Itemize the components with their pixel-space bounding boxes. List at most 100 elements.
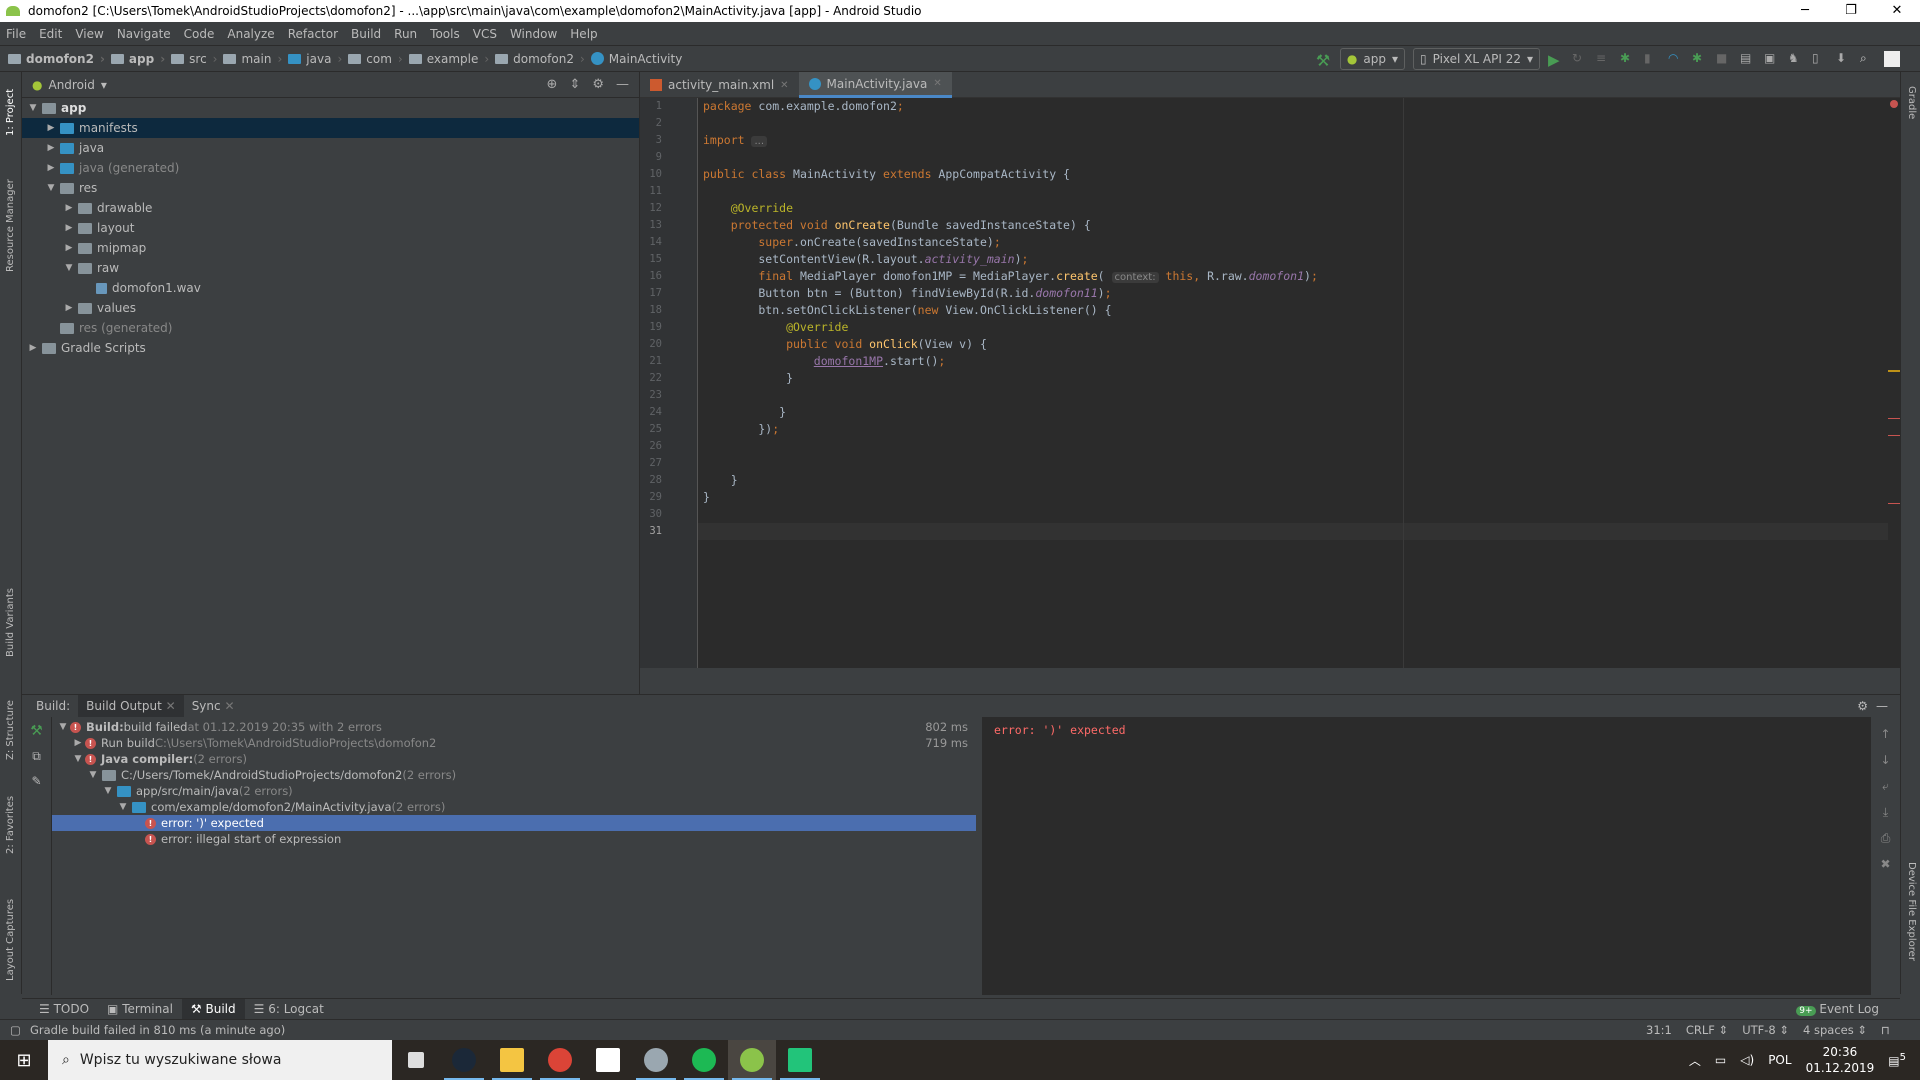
tab-activity_main-xml[interactable]: activity_main.xml ✕	[640, 72, 799, 98]
tool-tab-todo[interactable]: ☰ TODO	[30, 999, 98, 1020]
arrow-icon[interactable]: ▼	[71, 751, 85, 767]
avatar[interactable]	[1884, 51, 1900, 67]
collapse-all-icon[interactable]: ⇕	[569, 77, 580, 92]
hammer-icon[interactable]: ⚒	[1316, 51, 1332, 70]
apply-changes-icon[interactable]: ↻	[1572, 51, 1588, 67]
sdk-manager-icon[interactable]: ⬇	[1836, 51, 1852, 67]
windows-start-button[interactable]: ⊞	[0, 1040, 48, 1080]
menu-item-analyze[interactable]: Analyze	[227, 27, 274, 41]
close-icon[interactable]: ✕	[780, 80, 788, 91]
menu-item-navigate[interactable]: Navigate	[117, 27, 171, 41]
arrow-icon[interactable]: ▶	[71, 735, 85, 751]
stop-icon[interactable]: ■	[1716, 51, 1732, 67]
taskbar-app-task-manager[interactable]	[632, 1040, 680, 1080]
expanded-arrow-icon[interactable]: ▼	[44, 183, 58, 193]
run-icon[interactable]: ▶	[1548, 51, 1564, 69]
taskbar-app-chrome[interactable]	[536, 1040, 584, 1080]
close-icon[interactable]: ✕	[933, 78, 941, 89]
locate-icon[interactable]: ⊕	[547, 77, 558, 92]
breadcrumb-item[interactable]: src ›	[171, 52, 217, 66]
menu-item-build[interactable]: Build	[351, 27, 381, 41]
status-toggle-icon[interactable]: ▢	[10, 1023, 21, 1037]
run-config-select[interactable]: ● app ▾	[1339, 48, 1405, 70]
collapsed-arrow-icon[interactable]: ▶	[44, 163, 58, 173]
tree-item-values[interactable]: ▶ values	[22, 298, 639, 318]
hammer-icon[interactable]: ⚒	[22, 723, 51, 739]
expanded-arrow-icon[interactable]: ▼	[26, 103, 40, 113]
breadcrumb-item[interactable]: app ›	[110, 52, 165, 66]
menu-item-file[interactable]: File	[6, 27, 26, 41]
notifications-button[interactable]: ▤5	[1888, 1052, 1906, 1068]
collapsed-arrow-icon[interactable]: ▶	[26, 343, 40, 353]
arrow-icon[interactable]: ▼	[101, 783, 115, 799]
error-mark[interactable]	[1888, 435, 1900, 436]
arrow-icon[interactable]: ▼	[56, 719, 70, 735]
menu-item-help[interactable]: Help	[570, 27, 597, 41]
scroll-to-end-icon[interactable]: ⤓	[1871, 799, 1900, 825]
project-view-select[interactable]: Android	[48, 78, 94, 92]
project-structure-icon[interactable]: ▤	[1740, 51, 1756, 67]
caret-position[interactable]: 31:1	[1646, 1020, 1672, 1041]
build-tree-item[interactable]: ! error: illegal start of expression	[52, 831, 976, 847]
tool-tab-resource-manager[interactable]: Resource Manager	[4, 172, 18, 272]
expanded-arrow-icon[interactable]: ▼	[62, 263, 76, 273]
menu-item-code[interactable]: Code	[184, 27, 215, 41]
error-indicator-icon[interactable]	[1890, 100, 1898, 108]
breadcrumb-item[interactable]: domofon2 ›	[8, 52, 105, 66]
tab-mainactivity-java[interactable]: MainActivity.java ✕	[798, 72, 952, 98]
pin-icon[interactable]: ✎	[22, 774, 51, 788]
code-area[interactable]: 1 package com.example.domofon2; 2 3 import .…	[649, 98, 1888, 668]
breadcrumb-item[interactable]: main ›	[223, 52, 282, 66]
menu-item-window[interactable]: Window	[510, 27, 557, 41]
error-stripe[interactable]	[1888, 98, 1900, 668]
tree-item-java[interactable]: ▶ java	[22, 138, 639, 158]
device-select[interactable]: ▯ Pixel XL API 22 ▾	[1413, 48, 1540, 70]
breadcrumb-item[interactable]: example ›	[408, 52, 489, 66]
breadcrumb-item[interactable]: MainActivity	[590, 52, 682, 66]
menu-item-view[interactable]: View	[75, 27, 103, 41]
indent-select[interactable]: 4 spaces ⇕	[1803, 1020, 1867, 1041]
breadcrumb-item[interactable]: com ›	[348, 52, 403, 66]
tool-tab-layout-captures[interactable]: Layout Captures	[4, 886, 18, 981]
chevron-up-icon[interactable]: ︿	[1689, 1052, 1701, 1069]
print-icon[interactable]: ⎙	[1871, 825, 1900, 851]
tree-item-manifests[interactable]: ▶ manifests	[22, 118, 639, 138]
lock-icon[interactable]: ⊓	[1881, 1020, 1890, 1041]
tool-tab-device-file-explorer[interactable]: Device File Explorer	[1904, 862, 1918, 987]
build-tree-item[interactable]: ▼ C:/Users/Tomek/AndroidStudioProjects/do…	[52, 767, 976, 783]
tree-item-layout[interactable]: ▶ layout	[22, 218, 639, 238]
taskbar-app-android-studio[interactable]	[728, 1040, 776, 1080]
close-button[interactable]: ✕	[1874, 0, 1920, 22]
attach-debugger-icon[interactable]: ✱	[1692, 51, 1708, 67]
tree-item-res[interactable]: ▼ res	[22, 178, 639, 198]
tree-item-drawable[interactable]: ▶ drawable	[22, 198, 639, 218]
collapsed-arrow-icon[interactable]: ▶	[62, 203, 76, 213]
hide-icon[interactable]: —	[616, 77, 629, 92]
down-icon[interactable]: ↓	[1871, 747, 1900, 773]
build-tree-item[interactable]: ▼! Build: build failed at 01.12.2019 20:3…	[52, 719, 976, 735]
breadcrumb-item[interactable]: domofon2 ›	[495, 52, 585, 66]
tool-tab-gradle[interactable]: Gradle	[1904, 86, 1918, 131]
build-tree-item[interactable]: ▼! Java compiler: (2 errors)	[52, 751, 976, 767]
arrow-icon[interactable]: ▼	[86, 767, 100, 783]
maximize-button[interactable]: ❐	[1828, 0, 1874, 22]
tool-tab-favorites[interactable]: 2: Favorites	[4, 784, 18, 854]
tool-tab-terminal[interactable]: ▣ Terminal	[98, 999, 182, 1020]
error-mark[interactable]	[1888, 503, 1900, 504]
tool-tab-project[interactable]: 1: Project	[4, 76, 18, 136]
gear-icon[interactable]: ⚙	[592, 77, 604, 92]
error-mark[interactable]	[1888, 418, 1900, 419]
build-tree-item[interactable]: ▼ com/example/domofon2/MainActivity.java …	[52, 799, 976, 815]
taskbar-app-file-explorer[interactable]	[488, 1040, 536, 1080]
warning-mark[interactable]	[1888, 370, 1900, 372]
arrow-icon[interactable]: ▼	[116, 799, 130, 815]
tab-sync[interactable]: Sync ✕	[184, 695, 243, 717]
menu-item-refactor[interactable]: Refactor	[288, 27, 338, 41]
tool-tab-logcat[interactable]: ☰ 6: Logcat	[245, 999, 333, 1020]
chevron-down-icon[interactable]: ▾	[101, 78, 107, 92]
minimize-button[interactable]: ─	[1782, 0, 1828, 22]
line-separator-select[interactable]: CRLF ⇕	[1686, 1020, 1728, 1041]
encoding-select[interactable]: UTF-8 ⇕	[1742, 1020, 1789, 1041]
close-icon[interactable]: ✕	[166, 699, 176, 713]
taskbar-app-steam[interactable]	[440, 1040, 488, 1080]
